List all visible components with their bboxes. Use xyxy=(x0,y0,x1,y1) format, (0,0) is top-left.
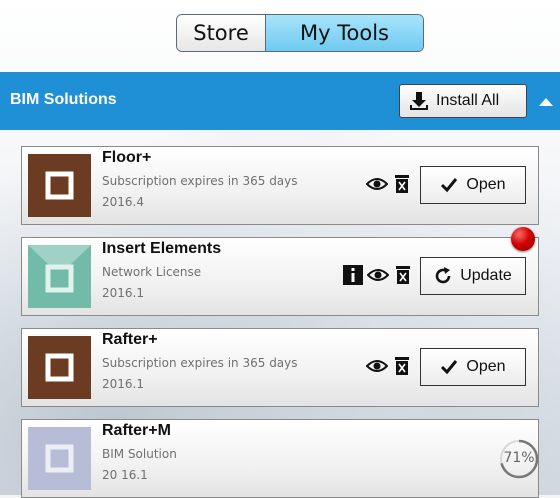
download-icon xyxy=(410,92,428,110)
collapse-icon[interactable] xyxy=(538,94,554,108)
open-button[interactable]: Open xyxy=(420,166,526,204)
check-icon xyxy=(441,178,458,193)
tool-version: 2016.1 xyxy=(102,377,144,391)
tool-version: 2016.4 xyxy=(102,195,144,209)
rafter-m-thumbnail xyxy=(28,427,91,490)
rafter-thumbnail xyxy=(28,336,91,399)
trash-icon[interactable] xyxy=(391,173,413,195)
section-header: BIM Solutions Install All xyxy=(0,72,560,130)
open-label: Open xyxy=(466,176,506,193)
section-title: BIM Solutions xyxy=(10,91,117,108)
store-tab[interactable]: Store xyxy=(177,15,266,51)
tool-icons xyxy=(342,264,414,286)
update-label: Update xyxy=(460,267,512,284)
eye-icon[interactable] xyxy=(366,355,388,377)
tool-card-insert-elements: Insert Elements Network License 2016.1 U… xyxy=(21,237,539,316)
tool-icons xyxy=(366,173,413,195)
tool-name: Rafter+ xyxy=(102,331,158,348)
open-label: Open xyxy=(466,358,506,375)
install-all-label: Install All xyxy=(436,92,500,109)
install-progress-label: 71% xyxy=(503,450,535,466)
tool-icons xyxy=(366,355,413,377)
tool-name: Insert Elements xyxy=(102,240,222,257)
tool-card-rafter: Rafter+ Subscription expires in 365 days… xyxy=(21,328,539,407)
tool-version: 20 16.1 xyxy=(102,468,148,482)
refresh-icon xyxy=(435,267,451,284)
eye-icon[interactable] xyxy=(367,264,389,286)
update-button[interactable]: Update xyxy=(420,257,526,295)
info-icon[interactable] xyxy=(342,264,364,286)
trash-icon[interactable] xyxy=(391,355,413,377)
insert-elements-thumbnail xyxy=(28,245,91,308)
floor-thumbnail xyxy=(28,154,91,217)
tool-subtitle: Subscription expires in 365 days xyxy=(102,356,298,370)
tool-subtitle: BIM Solution xyxy=(102,447,177,461)
tool-card-rafter-m: Rafter+M BIM Solution 20 16.1 71% xyxy=(21,419,539,498)
check-icon xyxy=(441,360,458,375)
tool-subtitle: Network License xyxy=(102,265,202,279)
tool-card-floor: Floor+ Subscription expires in 365 days … xyxy=(21,146,539,225)
eye-icon[interactable] xyxy=(366,173,388,195)
tool-subtitle: Subscription expires in 365 days xyxy=(102,174,298,188)
my-tools-tab[interactable]: My Tools xyxy=(266,15,423,51)
install-all-button[interactable]: Install All xyxy=(399,84,527,118)
notification-dot xyxy=(511,227,535,251)
trash-icon[interactable] xyxy=(392,264,414,286)
tool-name: Floor+ xyxy=(102,149,152,166)
view-toggle: Store My Tools xyxy=(176,14,424,52)
tool-version: 2016.1 xyxy=(102,286,144,300)
tool-name: Rafter+M xyxy=(102,422,171,439)
open-button[interactable]: Open xyxy=(420,348,526,386)
